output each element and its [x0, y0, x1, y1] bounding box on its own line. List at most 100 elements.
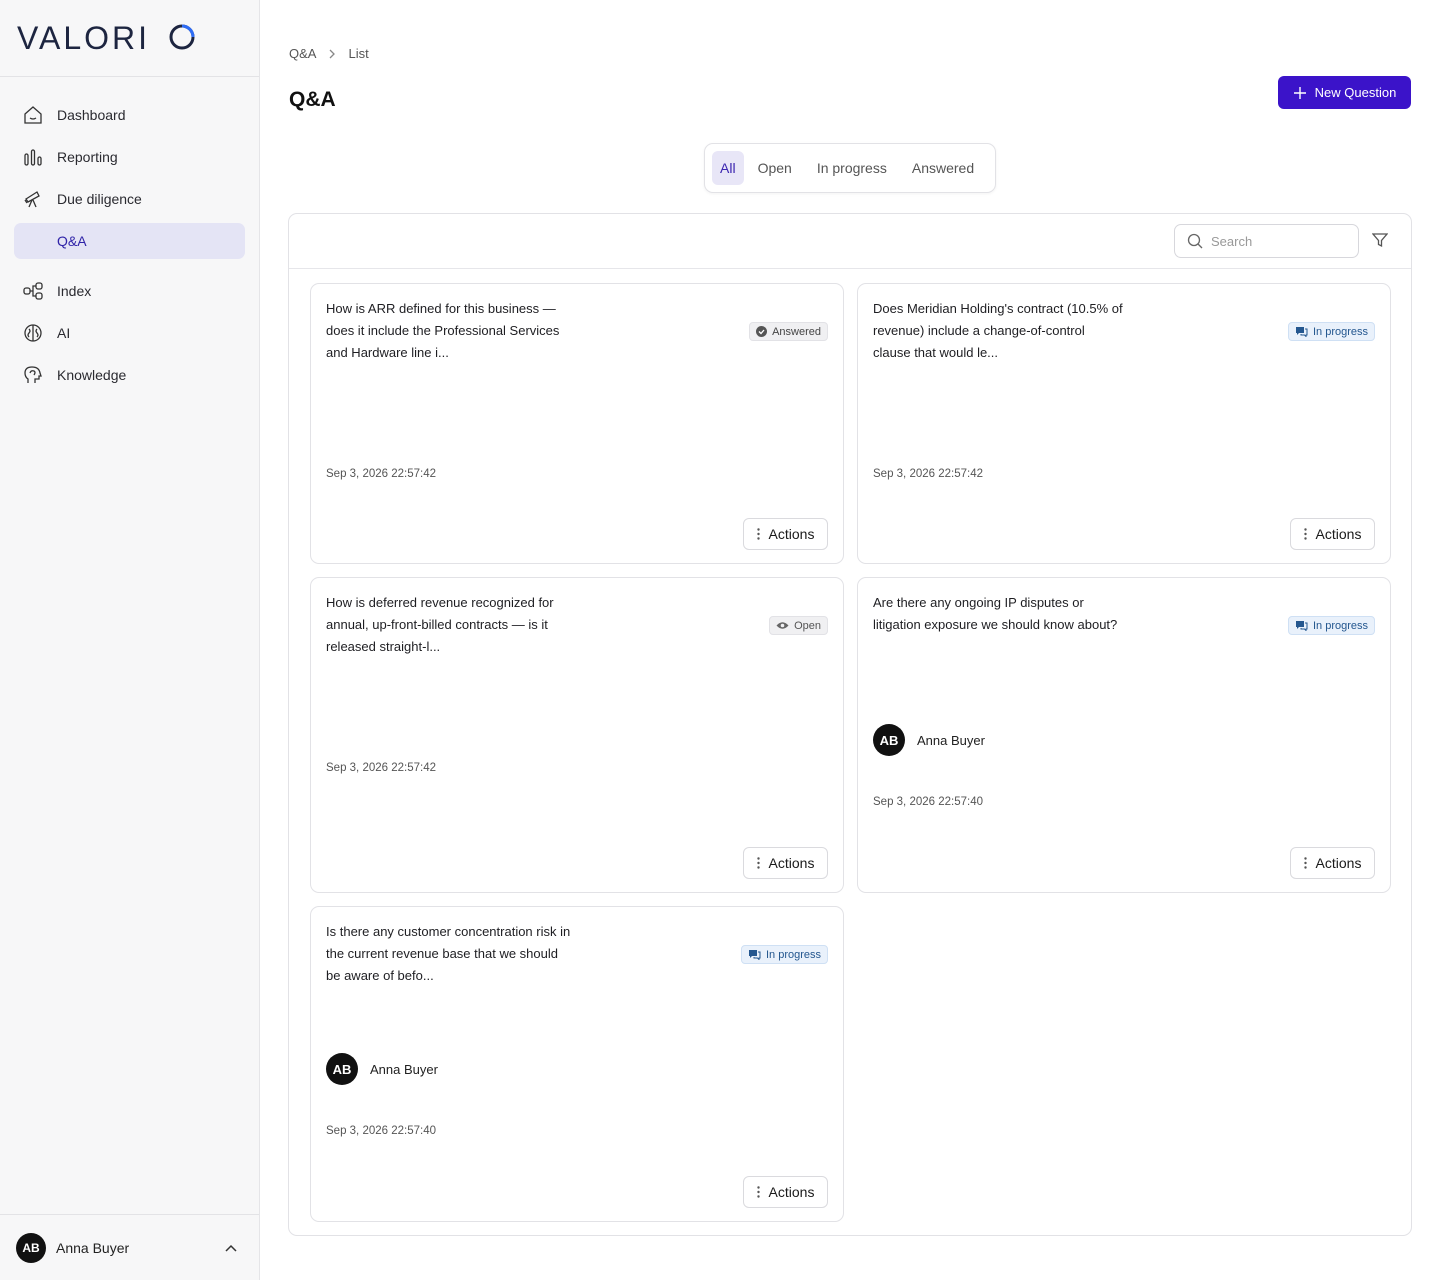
- actions-button[interactable]: Actions: [1290, 518, 1375, 550]
- sidebar-nav: Dashboard Reporting Due diligence Q&A In…: [0, 77, 259, 393]
- chat-bubbles-icon: [1295, 620, 1308, 631]
- actions-label: Actions: [1315, 855, 1362, 871]
- head-icon: [22, 364, 44, 386]
- search-box[interactable]: [1174, 224, 1359, 258]
- sidebar-item-label: Index: [57, 283, 92, 299]
- sidebar-item-ai[interactable]: AI: [14, 315, 245, 351]
- chevron-up-icon[interactable]: [225, 1239, 237, 1257]
- questions-panel: How is ARR defined for this business — d…: [288, 213, 1412, 1236]
- sidebar-item-label: Reporting: [57, 149, 118, 165]
- actions-label: Actions: [768, 526, 815, 542]
- user-menu[interactable]: AB Anna Buyer: [0, 1214, 259, 1280]
- status-tabs: All Open In progress Answered: [704, 143, 996, 193]
- question-date: Sep 3, 2026 22:57:42: [873, 468, 983, 480]
- bar-chart-icon: [22, 146, 44, 168]
- telescope-icon: [22, 188, 44, 210]
- logo-wordmark: VALORI: [17, 22, 195, 52]
- question-text: Are there any ongoing IP disputes or lit…: [873, 595, 1118, 632]
- sidebar-item-label: AI: [57, 325, 71, 341]
- question-date: Sep 3, 2026 22:57:42: [326, 468, 436, 480]
- status-badge: Open: [769, 616, 828, 635]
- question-card[interactable]: Does Meridian Holding's contract (10.5% …: [857, 283, 1391, 564]
- sidebar-item-label: Due diligence: [57, 191, 142, 207]
- sidebar-item-index[interactable]: Index: [14, 273, 245, 309]
- question-text: Does Meridian Holding's contract (10.5% …: [873, 301, 1123, 360]
- status-badge: In progress: [1287, 322, 1375, 341]
- actions-label: Actions: [768, 1184, 815, 1200]
- tab-in-progress[interactable]: In progress: [809, 151, 895, 185]
- more-vertical-icon: [1303, 528, 1307, 540]
- actions-label: Actions: [768, 855, 815, 871]
- user-name: Anna Buyer: [56, 1239, 130, 1256]
- question-card[interactable]: Are there any ongoing IP disputes or lit…: [857, 577, 1391, 893]
- page-title: Q&A: [289, 88, 336, 111]
- question-card[interactable]: How is ARR defined for this business — d…: [310, 283, 844, 564]
- new-question-button[interactable]: New Question: [1278, 76, 1411, 109]
- tab-all[interactable]: All: [712, 151, 744, 185]
- more-vertical-icon: [756, 1186, 760, 1198]
- question-card[interactable]: How is deferred revenue recognized for a…: [310, 577, 844, 893]
- new-question-label: New Question: [1314, 85, 1397, 100]
- sidebar-item-due-diligence[interactable]: Due diligence: [14, 181, 245, 217]
- index-tree-icon: [22, 280, 44, 302]
- question-text: How is ARR defined for this business — d…: [326, 301, 560, 360]
- sidebar-item-reporting[interactable]: Reporting: [14, 139, 245, 175]
- question-date: Sep 3, 2026 22:57:42: [326, 762, 436, 774]
- status-label: Open: [794, 619, 821, 632]
- panel-toolbar: [289, 214, 1411, 269]
- filter-icon[interactable]: [1372, 232, 1388, 248]
- search-input[interactable]: [1211, 233, 1341, 249]
- sidebar-item-label: Q&A: [57, 233, 87, 249]
- more-vertical-icon: [1303, 857, 1307, 869]
- status-badge: In progress: [740, 945, 828, 964]
- avatar: AB: [326, 1053, 358, 1085]
- home-icon: [22, 104, 44, 126]
- sidebar-item-label: Knowledge: [57, 367, 127, 383]
- main-content: Q&A List Q&A New Question All Open In pr…: [260, 0, 1440, 1280]
- avatar: AB: [16, 1232, 46, 1263]
- actions-button[interactable]: Actions: [743, 518, 828, 550]
- sidebar-item-label: Dashboard: [57, 107, 126, 123]
- status-label: In progress: [1312, 325, 1368, 338]
- sidebar-item-knowledge[interactable]: Knowledge: [14, 357, 245, 393]
- assignee: AB Anna Buyer: [326, 1053, 438, 1085]
- question-date: Sep 3, 2026 22:57:40: [326, 1125, 436, 1137]
- status-label: In progress: [765, 948, 821, 961]
- svg-text:VALORI: VALORI: [17, 22, 150, 52]
- eye-icon: [776, 621, 789, 630]
- question-date: Sep 3, 2026 22:57:40: [873, 796, 983, 808]
- brain-icon: [22, 322, 44, 344]
- assignee-name: Anna Buyer: [370, 1061, 438, 1077]
- status-label: Answered: [772, 325, 821, 338]
- search-icon: [1187, 233, 1203, 249]
- tab-answered[interactable]: Answered: [904, 151, 982, 185]
- actions-label: Actions: [1315, 526, 1362, 542]
- chat-bubbles-icon: [1295, 326, 1308, 337]
- actions-button[interactable]: Actions: [1290, 847, 1375, 879]
- question-card[interactable]: Is there any customer concentration risk…: [310, 906, 844, 1222]
- assignee-name: Anna Buyer: [917, 732, 985, 748]
- valorio-logo[interactable]: VALORI: [17, 22, 259, 52]
- check-circle-icon: [756, 326, 768, 337]
- status-badge: Answered: [749, 322, 828, 341]
- sidebar: VALORI Dashboard Reporting Due diligence: [0, 0, 260, 1280]
- avatar: AB: [873, 724, 905, 756]
- actions-button[interactable]: Actions: [743, 847, 828, 879]
- question-text: Is there any customer concentration risk…: [326, 924, 571, 983]
- more-vertical-icon: [756, 528, 760, 540]
- breadcrumb: Q&A List: [289, 46, 369, 61]
- question-text: How is deferred revenue recognized for a…: [326, 595, 554, 654]
- logo-area: VALORI: [0, 0, 259, 77]
- chevron-right-icon: [328, 49, 336, 59]
- plus-icon: [1293, 86, 1307, 100]
- status-label: In progress: [1312, 619, 1368, 632]
- sidebar-item-dashboard[interactable]: Dashboard: [14, 97, 245, 133]
- breadcrumb-root[interactable]: Q&A: [289, 46, 316, 61]
- actions-button[interactable]: Actions: [743, 1176, 828, 1208]
- sidebar-item-qa[interactable]: Q&A: [14, 223, 245, 259]
- breadcrumb-current: List: [348, 46, 369, 61]
- more-vertical-icon: [756, 857, 760, 869]
- chat-bubbles-icon: [748, 949, 761, 960]
- tab-open[interactable]: Open: [750, 151, 800, 185]
- status-badge: In progress: [1287, 616, 1375, 635]
